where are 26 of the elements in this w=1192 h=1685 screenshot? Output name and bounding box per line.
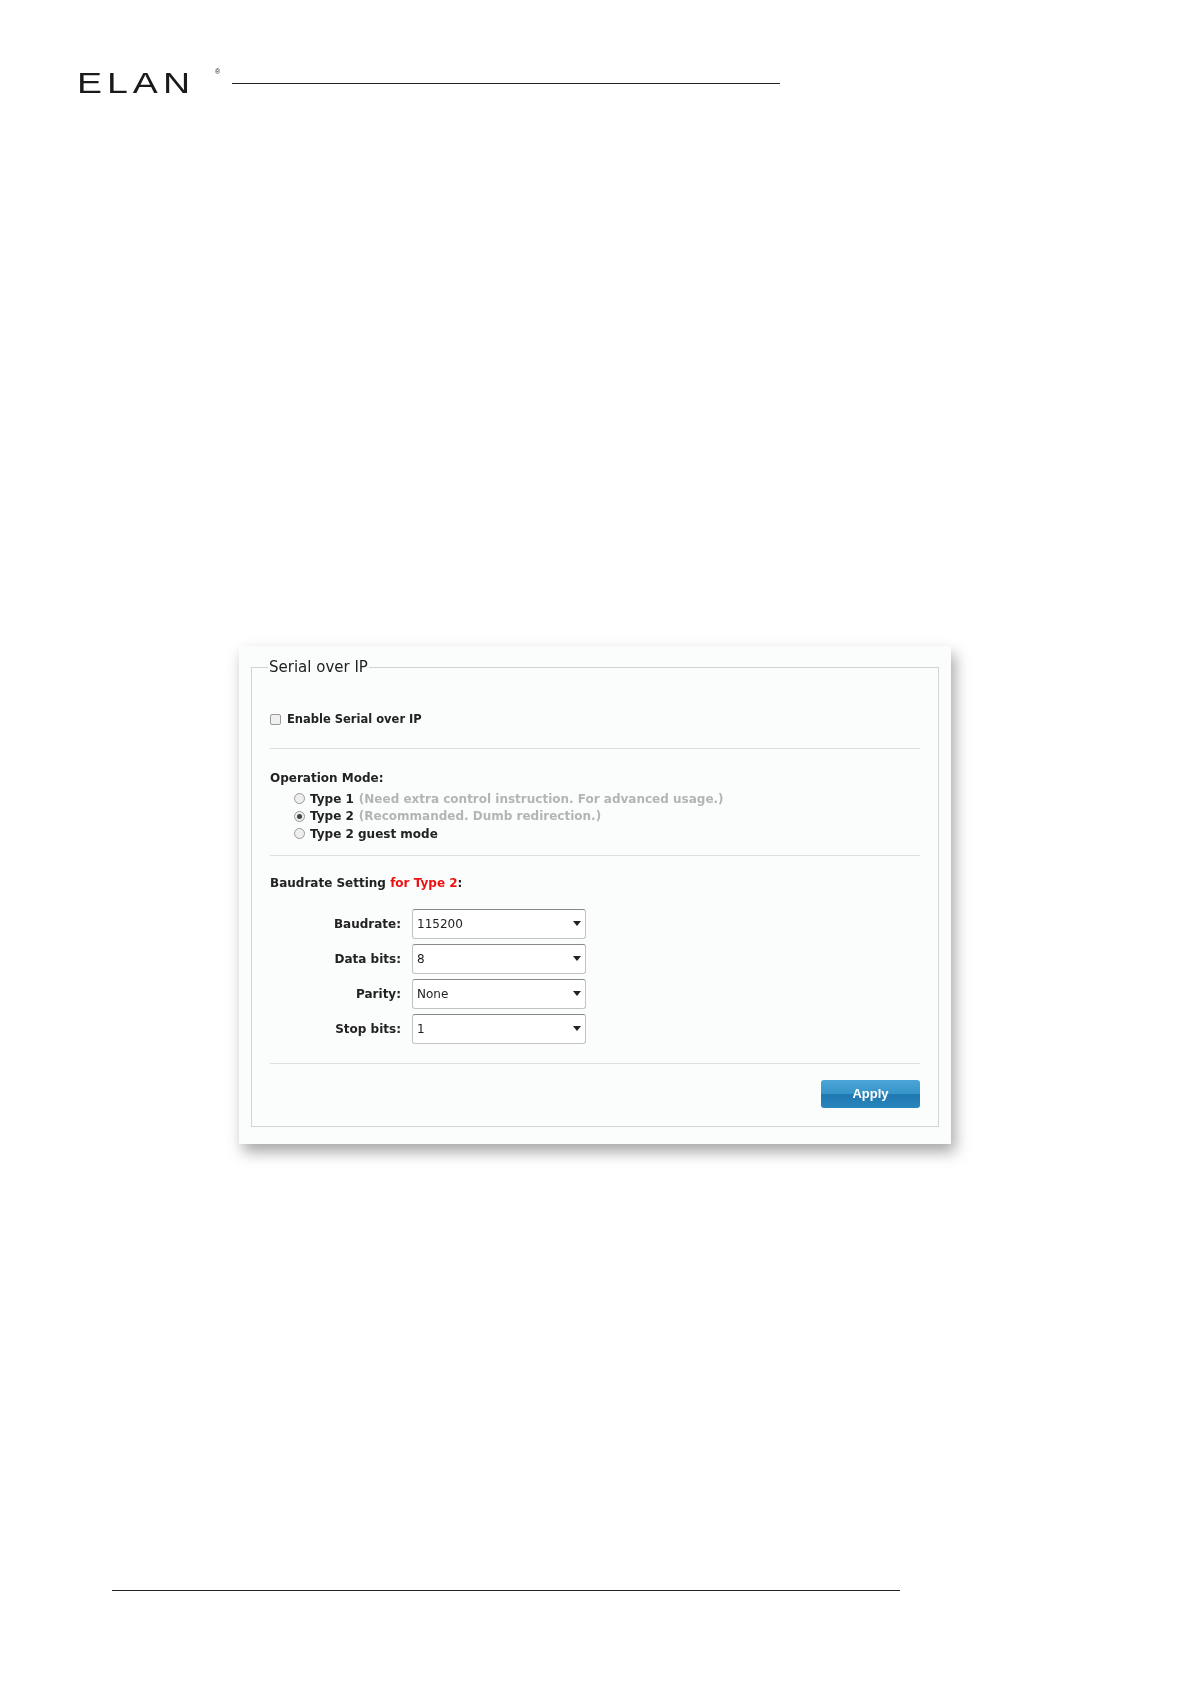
checkbox-label: Enable Serial over IP	[287, 710, 422, 728]
section-label: Baudrate Setting for Type 2:	[270, 874, 464, 892]
field-label: Parity:	[355, 985, 401, 1003]
select-field[interactable]: 115200	[412, 908, 586, 939]
panel-title: Serial over IP	[268, 658, 369, 677]
radio-label: Type 2	[310, 808, 354, 826]
radio-button[interactable]	[294, 793, 305, 805]
radio-label: Type 1	[310, 790, 354, 808]
section-label: Operation Mode:	[270, 770, 385, 787]
caret-icon	[573, 956, 581, 961]
field-label: Baudrate:	[332, 915, 401, 933]
apply-button[interactable]: Apply	[821, 1079, 920, 1108]
select-field[interactable]: 1	[412, 1013, 586, 1044]
checkbox[interactable]	[270, 713, 281, 725]
field-label: Stop bits:	[334, 1020, 401, 1038]
radio-note: (Recommanded. Dumb redirection.)	[358, 808, 602, 826]
caret-icon	[573, 991, 581, 996]
radio-label: Type 2 guest mode	[310, 825, 438, 843]
radio-button[interactable]	[294, 828, 305, 840]
field-label: Data bits:	[333, 950, 401, 968]
caret-icon	[573, 921, 581, 926]
radio-note: (Need extra control instruction. For advanced usage.)	[358, 790, 724, 808]
radio-button[interactable]	[294, 810, 305, 822]
select-field[interactable]: None	[412, 978, 586, 1009]
select-field[interactable]: 8	[412, 943, 586, 974]
caret-icon	[573, 1026, 581, 1031]
